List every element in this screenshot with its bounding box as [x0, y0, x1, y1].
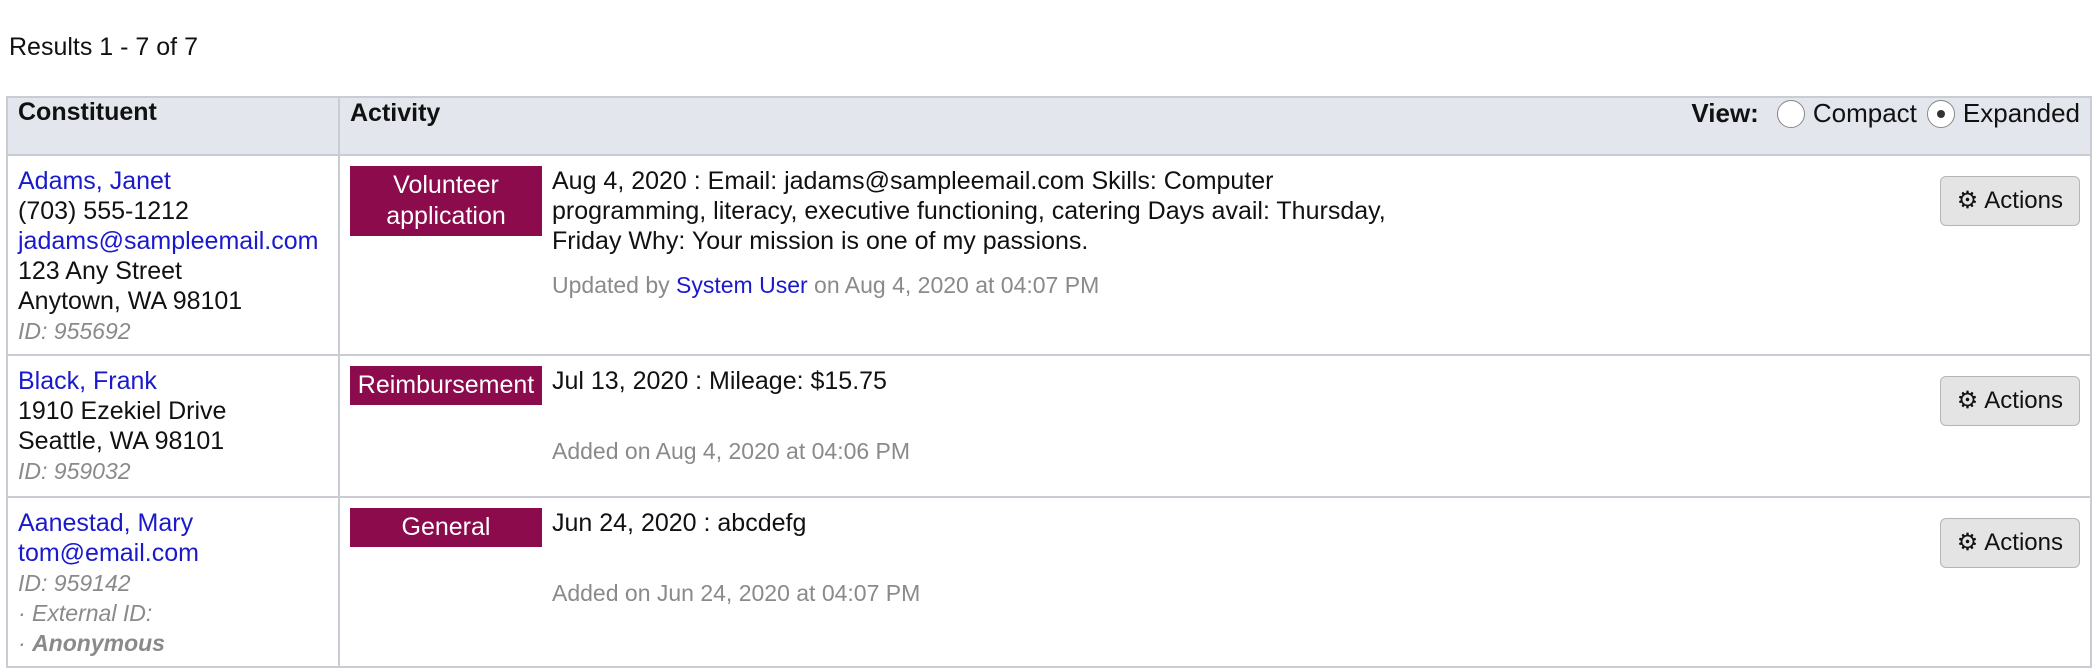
- view-option-expanded-label: Expanded: [1962, 98, 2080, 128]
- constituent-external-id: · External ID:: [18, 600, 153, 626]
- activity-description: Aug 4, 2020 : Email: jadams@sampleemail.…: [552, 167, 1386, 255]
- view-option-compact-label: Compact: [1812, 98, 1917, 128]
- activity-table: Constituent Activity View: Compact Expan…: [6, 96, 2092, 668]
- actions-button[interactable]: ⚙ Actions: [1939, 176, 2080, 226]
- column-header-constituent: Constituent: [6, 96, 340, 156]
- constituent-email-link[interactable]: jadams@sampleemail.com: [18, 226, 328, 256]
- activity-description: Jun 24, 2020 : abcdefg: [552, 509, 807, 537]
- actions-button[interactable]: ⚙ Actions: [1939, 376, 2080, 426]
- actions-button-label: Actions: [1984, 529, 2063, 556]
- view-label: View:: [1691, 98, 1759, 128]
- table-header-row: Constituent Activity View: Compact Expan…: [6, 96, 2092, 156]
- actions-button-label: Actions: [1984, 187, 2063, 214]
- constituent-id: ID: 955692: [18, 318, 131, 344]
- radio-compact[interactable]: [1776, 99, 1805, 128]
- activity-meta-user-link[interactable]: System User: [676, 272, 808, 298]
- view-option-compact[interactable]: Compact: [1776, 98, 1917, 129]
- activity-meta: Updated by System User on Aug 4, 2020 at…: [552, 270, 1940, 300]
- activity-meta: Added on Jun 24, 2020 at 04:07 PM: [552, 580, 921, 606]
- activity-description: Jul 13, 2020 : Mileage: $15.75: [552, 367, 887, 395]
- constituent-id: ID: 959142: [18, 570, 131, 596]
- gear-icon: ⚙: [1956, 187, 1979, 214]
- activity-type-badge: General: [350, 508, 542, 547]
- gear-icon: ⚙: [1956, 387, 1979, 414]
- activity-type-badge: Volunteer application: [350, 166, 542, 236]
- constituent-street: 1910 Ezekiel Drive: [18, 397, 227, 425]
- activity-cell: Volunteer application Aug 4, 2020 : Emai…: [338, 154, 2092, 356]
- results-count: Results 1 - 7 of 7: [9, 33, 198, 61]
- activity-header-label: Activity: [350, 99, 441, 127]
- constituent-id: ID: 959032: [18, 458, 131, 484]
- constituent-phone: (703) 555-1212: [18, 197, 189, 225]
- actions-button-label: Actions: [1984, 387, 2063, 414]
- gear-icon: ⚙: [1956, 529, 1979, 556]
- constituent-cell: Black, Frank 1910 Ezekiel Drive Seattle,…: [6, 354, 340, 498]
- table-row: Aanestad, Mary tom@email.com ID: 959142 …: [6, 496, 2092, 668]
- constituent-anonymous: · Anonymous: [18, 628, 328, 658]
- constituent-city: Anytown, WA 98101: [18, 287, 243, 315]
- table-row: Adams, Janet (703) 555-1212 jadams@sampl…: [6, 154, 2092, 356]
- constituent-name-link[interactable]: Aanestad, Mary: [18, 508, 328, 538]
- constituent-cell: Aanestad, Mary tom@email.com ID: 959142 …: [6, 496, 340, 668]
- activity-meta: Added on Aug 4, 2020 at 04:06 PM: [552, 438, 911, 464]
- view-toggle: View: Compact Expanded: [1691, 98, 2080, 129]
- constituent-email-link[interactable]: tom@email.com: [18, 538, 328, 568]
- constituent-street: 123 Any Street: [18, 257, 183, 285]
- view-option-expanded[interactable]: Expanded: [1926, 98, 2080, 129]
- anonymous-label: Anonymous: [32, 630, 165, 656]
- column-header-activity: Activity View: Compact Expanded: [338, 96, 2092, 156]
- activity-cell: General Jun 24, 2020 : abcdefg Added on …: [338, 496, 2092, 668]
- activity-meta-prefix: Updated by: [552, 272, 677, 298]
- activity-meta-suffix: on Aug 4, 2020 at 04:07 PM: [807, 272, 1100, 298]
- constituent-name-link[interactable]: Black, Frank: [18, 366, 328, 396]
- activity-type-badge: Reimbursement: [350, 366, 542, 405]
- radio-expanded[interactable]: [1926, 99, 1955, 128]
- actions-button[interactable]: ⚙ Actions: [1939, 518, 2080, 568]
- constituent-name-link[interactable]: Adams, Janet: [18, 166, 328, 196]
- anonymous-prefix: ·: [18, 630, 33, 656]
- constituent-cell: Adams, Janet (703) 555-1212 jadams@sampl…: [6, 154, 340, 356]
- table-row: Black, Frank 1910 Ezekiel Drive Seattle,…: [6, 354, 2092, 498]
- constituent-city: Seattle, WA 98101: [18, 427, 225, 455]
- activity-cell: Reimbursement Jul 13, 2020 : Mileage: $1…: [338, 354, 2092, 498]
